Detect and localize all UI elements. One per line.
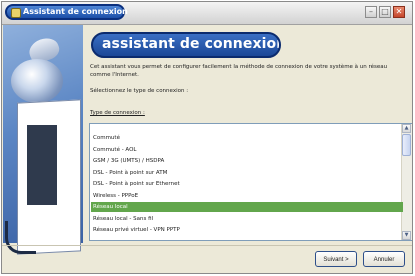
list-item[interactable]: Réseau privé virtuel - VPN PPTP — [91, 225, 403, 235]
window-title: Assistant de connexion — [23, 7, 128, 16]
footer-divider — [2, 245, 412, 246]
list-item-selected[interactable]: Réseau local — [91, 202, 403, 212]
maximize-button[interactable]: □ — [379, 6, 391, 18]
close-button[interactable]: ✕ — [393, 6, 405, 18]
list-item[interactable]: GSM / 3G (UMTS) / HSDPA — [91, 156, 403, 166]
list-item[interactable]: DSL - Point à point sur Ethernet — [91, 179, 403, 189]
network-connection-icon — [11, 8, 21, 18]
wizard-side-illustration — [3, 25, 83, 255]
list-item[interactable]: DSL - Point à point sur ATM — [91, 168, 403, 178]
list-item[interactable]: Commuté — [91, 133, 403, 143]
title-highlight: Assistant de connexion — [5, 4, 128, 20]
wizard-description: Cet assistant vous permet de configurer … — [90, 64, 388, 78]
title-bar[interactable]: Assistant de connexion – □ ✕ — [2, 2, 412, 25]
list-item[interactable]: Commuté - AOL — [91, 145, 403, 155]
arrow-up-icon[interactable]: ▲ — [402, 124, 411, 133]
cable-icon — [5, 221, 36, 254]
wizard-title: assistant de connexion — [102, 36, 281, 52]
arrow-down-icon[interactable]: ▼ — [402, 231, 411, 240]
connection-type-label: Type de connexion : — [90, 110, 145, 116]
list-item[interactable]: Réseau local - Sans fil — [91, 214, 403, 224]
wizard-header: assistant de connexion — [91, 32, 281, 58]
cancel-button[interactable]: Annuler — [363, 251, 405, 267]
connection-type-list[interactable]: ▲ ▼ Commuté Commuté - AOL GSM / 3G (UMTS) … — [89, 123, 412, 241]
modem-slot-image — [27, 125, 57, 205]
select-prompt: Sélectionnez le type de connexion : — [90, 88, 189, 94]
globe-icon — [11, 59, 63, 103]
connection-wizard-window: Assistant de connexion – □ ✕ assistant d… — [1, 1, 413, 274]
minimize-button[interactable]: – — [365, 6, 377, 18]
list-item[interactable]: Wireless - PPPoE — [91, 191, 403, 201]
connection-type-label-text: Type de connexion : — [90, 110, 145, 116]
scroll-thumb[interactable] — [402, 134, 411, 156]
next-button[interactable]: Suivant > — [315, 251, 357, 267]
